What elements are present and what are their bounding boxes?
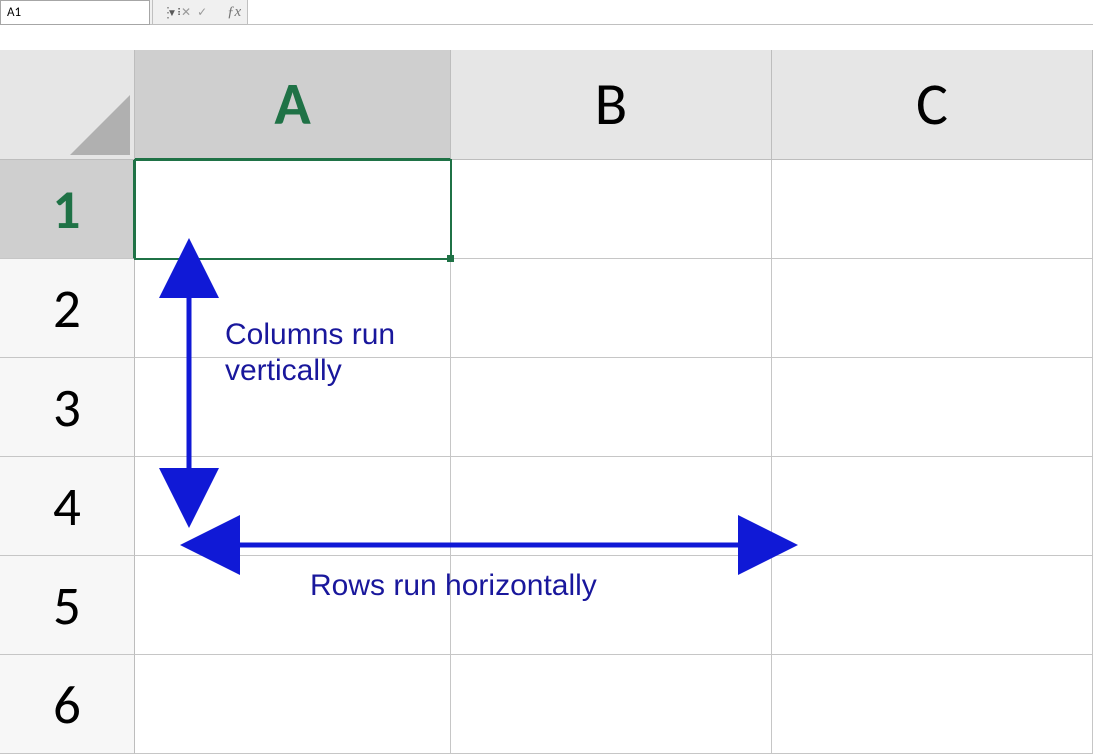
- separator: [152, 0, 153, 24]
- enter-icon: ✓: [197, 5, 207, 20]
- row-header-1[interactable]: 1: [0, 160, 135, 259]
- fill-handle[interactable]: [447, 255, 454, 262]
- fx-wrap: ƒx: [221, 0, 247, 24]
- cancel-icon: ✕: [181, 5, 191, 20]
- column-header-B[interactable]: B: [451, 50, 772, 160]
- more-icon[interactable]: ⋮: [161, 4, 175, 21]
- cell-B4[interactable]: [451, 457, 772, 556]
- cell-A2[interactable]: [135, 259, 451, 358]
- row-header-6[interactable]: 6: [0, 655, 135, 754]
- cell-C6[interactable]: [772, 655, 1093, 754]
- cell-B6[interactable]: [451, 655, 772, 754]
- cell-A1[interactable]: [135, 160, 451, 259]
- cell-C2[interactable]: [772, 259, 1093, 358]
- cell-A5[interactable]: [135, 556, 451, 655]
- cell-A3[interactable]: [135, 358, 451, 457]
- cell-C1[interactable]: [772, 160, 1093, 259]
- cell-C4[interactable]: [772, 457, 1093, 556]
- column-header-A[interactable]: A: [135, 50, 451, 160]
- cell-C5[interactable]: [772, 556, 1093, 655]
- column-header-C[interactable]: C: [772, 50, 1093, 160]
- cell-B5[interactable]: [451, 556, 772, 655]
- cell-B2[interactable]: [451, 259, 772, 358]
- fx-icon[interactable]: ƒx: [227, 4, 241, 21]
- cell-A4[interactable]: [135, 457, 451, 556]
- formula-bar: ▼ ⠇ ⋮ ✕ ✓ ƒx: [0, 0, 1093, 25]
- row-header-4[interactable]: 4: [0, 457, 135, 556]
- select-all-corner[interactable]: [0, 50, 135, 160]
- formula-input[interactable]: [247, 0, 1093, 25]
- name-box[interactable]: ▼ ⠇: [0, 0, 150, 25]
- name-box-input[interactable]: [1, 5, 167, 20]
- cell-C3[interactable]: [772, 358, 1093, 457]
- row-header-2[interactable]: 2: [0, 259, 135, 358]
- cell-A6[interactable]: [135, 655, 451, 754]
- cell-B1[interactable]: [451, 160, 772, 259]
- row-header-5[interactable]: 5: [0, 556, 135, 655]
- cell-B3[interactable]: [451, 358, 772, 457]
- formula-icons: ⋮ ✕ ✓: [155, 0, 221, 24]
- row-header-3[interactable]: 3: [0, 358, 135, 457]
